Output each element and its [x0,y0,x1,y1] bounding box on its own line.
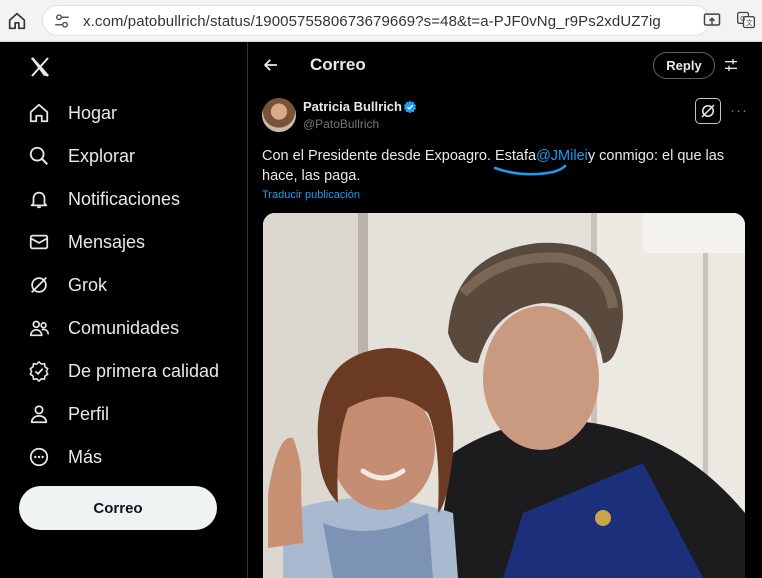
post-button[interactable]: Correo [19,486,217,530]
sidebar-item-label: Perfil [68,403,110,424]
sidebar-item-label: Comunidades [68,317,180,338]
sidebar-nav: Hogar Explorar Notificaciones Mensajes G… [0,42,247,578]
more-circle-icon [28,446,50,468]
search-icon [28,145,50,167]
sidebar-item-home[interactable]: Hogar [20,94,117,132]
url-text[interactable]: x.com/patobullrich/status/19005755806736… [83,13,661,30]
sidebar-item-notifications[interactable]: Notificaciones [20,180,180,218]
bell-icon [28,188,50,210]
mail-icon [28,231,50,253]
sidebar-item-grok[interactable]: Grok [20,266,107,304]
page-title: Correo [310,55,366,74]
cast-icon[interactable] [702,10,722,30]
verified-badge-icon [403,100,417,114]
sidebar-item-premium[interactable]: De primera calidad [20,352,219,390]
home-icon[interactable] [6,10,28,32]
sidebar-item-messages[interactable]: Mensajes [20,223,145,261]
tweet-photo[interactable] [263,213,745,578]
svg-text:G: G [740,15,745,23]
grok-icon [28,274,50,296]
sidebar-item-label: Mensajes [68,231,146,252]
sidebar-item-explore[interactable]: Explorar [20,137,135,175]
main-column: Correo Reply Patricia Bullrich @PatoBull… [247,42,762,578]
sidebar-item-label: Grok [68,274,108,295]
svg-text:文: 文 [746,18,753,27]
handwritten-underline [493,164,567,176]
back-arrow-icon[interactable] [262,56,280,74]
home-icon [28,102,50,124]
sidebar-item-profile[interactable]: Perfil [20,395,109,433]
sidebar-item-label: De primera calidad [68,360,220,381]
sidebar-item-label: Notificaciones [68,188,181,209]
sidebar-item-communities[interactable]: Comunidades [20,309,179,347]
grok-icon [701,104,715,118]
adjust-icon[interactable] [723,57,739,73]
more-options-icon[interactable]: ··· [730,102,748,119]
translate-icon[interactable]: G 文 [736,10,756,30]
grok-explain-button[interactable] [695,98,721,124]
site-settings-icon[interactable] [53,12,71,30]
sidebar-item-label: Más [68,446,103,467]
photo-image [263,213,745,578]
avatar[interactable] [262,98,296,132]
communities-icon [28,317,50,339]
premium-icon [28,360,50,382]
sidebar-item-label: Hogar [68,102,118,123]
browser-toolbar: x.com/patobullrich/status/19005755806736… [0,0,762,42]
sidebar-item-more[interactable]: Más [20,438,102,476]
author-name[interactable]: Patricia Bullrich [303,99,402,114]
reply-button[interactable]: Reply [653,52,715,79]
translate-post-link[interactable]: Traducir publicación [262,189,360,201]
author-handle[interactable]: @PatoBullrich [303,117,379,131]
x-logo-icon[interactable] [28,55,52,79]
sidebar-item-label: Explorar [68,145,136,166]
address-bar[interactable]: x.com/patobullrich/status/19005755806736… [42,5,710,36]
person-icon [28,403,50,425]
